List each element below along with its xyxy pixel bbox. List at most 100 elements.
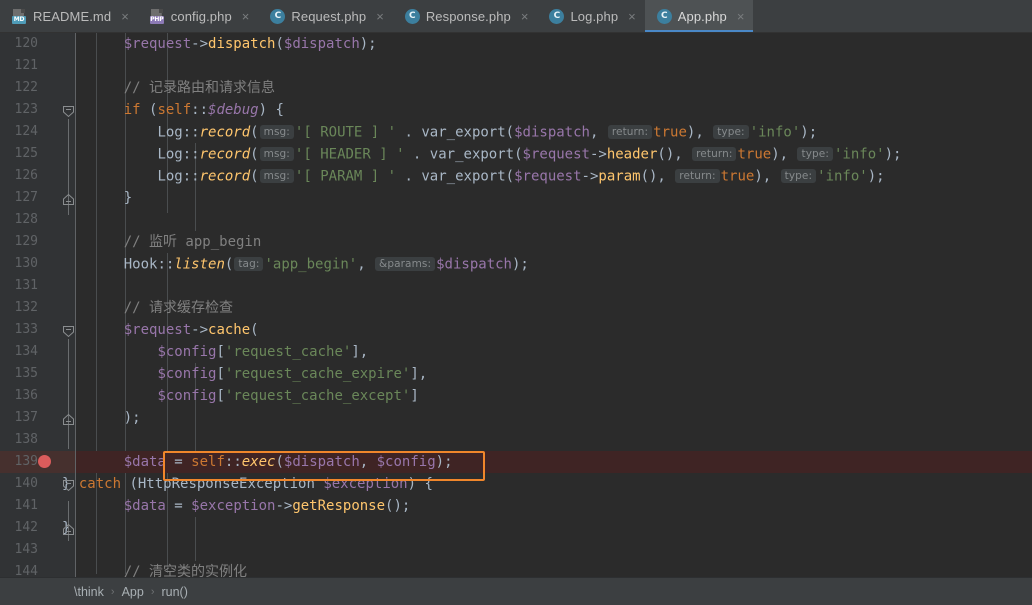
code-text: }: [90, 190, 133, 206]
code-line-row[interactable]: 141 $data = $exception->getResponse();: [0, 495, 1032, 517]
gutter-divider: [75, 33, 76, 577]
line-number: 140: [14, 476, 38, 491]
code-lines: 120 $request->dispatch($dispatch); 121 1…: [0, 33, 1032, 577]
code-line-row[interactable]: 130 Hook::listen(tag:'app_begin', &param…: [0, 253, 1032, 275]
code-text: $data = $exception->getResponse();: [123, 498, 411, 514]
code-text: $config['request_cache'],: [157, 344, 369, 360]
editor-tab-bar: MD README.md × PHP config.php × C Reques…: [0, 0, 1032, 33]
tab-close-icon[interactable]: ×: [119, 10, 131, 23]
line-number: 135: [14, 366, 38, 381]
breadcrumb: \think › App › run(): [0, 577, 1032, 605]
line-number: 123: [14, 102, 38, 117]
inlay-hint: type:: [713, 125, 749, 139]
code-text: $data = self::exec($dispatch, $config);: [123, 454, 453, 470]
line-number: 130: [14, 256, 38, 271]
tab-app-php[interactable]: C App.php ×: [644, 0, 754, 32]
code-text: if (self::$debug) {: [123, 102, 284, 118]
inlay-hint: msg:: [259, 147, 294, 161]
code-text: Log::record(msg: '[ HEADER ] ' . var_expo…: [157, 146, 902, 163]
line-number: 128: [14, 212, 38, 227]
inlay-hint: return:: [675, 169, 720, 183]
line-number: 126: [14, 168, 38, 183]
tab-label: Response.php: [425, 8, 511, 24]
tab-label: Log.php: [570, 8, 619, 24]
tab-label: README.md: [33, 8, 112, 24]
code-line-row[interactable]: 135 $config['request_cache_expire'],: [0, 363, 1032, 385]
code-line-row[interactable]: 134 $config['request_cache'],: [0, 341, 1032, 363]
tab-close-icon[interactable]: ×: [735, 10, 747, 23]
inlay-hint: type:: [797, 147, 833, 161]
line-number: 132: [14, 300, 38, 315]
code-text: $config['request_cache_except']: [157, 388, 419, 404]
fold-expand-icon[interactable]: [62, 193, 75, 206]
code-line-row[interactable]: 142 }: [0, 517, 1032, 539]
fold-expand-icon[interactable]: [62, 413, 75, 426]
line-number: 129: [14, 234, 38, 249]
fold-collapse-icon[interactable]: [62, 479, 75, 492]
tab-request-php[interactable]: C Request.php ×: [258, 0, 393, 32]
code-editor[interactable]: 120 $request->dispatch($dispatch); 121 1…: [0, 33, 1032, 577]
line-number: 136: [14, 388, 38, 403]
code-line-row[interactable]: 125 Log::record(msg: '[ HEADER ] ' . var_…: [0, 143, 1032, 165]
breakpoint-icon[interactable]: [38, 455, 51, 468]
code-line-row[interactable]: 129 // 监听 app_begin: [0, 231, 1032, 253]
php-class-icon: C: [404, 8, 420, 24]
inlay-hint: tag:: [234, 257, 264, 271]
code-line-row[interactable]: 143: [0, 539, 1032, 561]
markdown-file-icon: MD: [12, 8, 27, 24]
chevron-right-icon: ›: [110, 585, 115, 598]
line-number: 131: [14, 278, 38, 293]
code-line-row[interactable]: 124 Log::record(msg: '[ ROUTE ] ' . var_e…: [0, 121, 1032, 143]
code-line-row[interactable]: 140 } catch (HttpResponseException $exce…: [0, 473, 1032, 495]
tab-config-php[interactable]: PHP config.php ×: [137, 0, 259, 32]
code-line-row[interactable]: 138: [0, 429, 1032, 451]
code-line-row[interactable]: 131: [0, 275, 1032, 297]
code-line-row[interactable]: 123 if (self::$debug) {: [0, 99, 1032, 121]
line-number: 124: [14, 124, 38, 139]
fold-collapse-icon[interactable]: [62, 105, 75, 118]
code-text: // 清空类的实例化: [90, 564, 248, 577]
code-line-row[interactable]: 133 $request->cache(: [0, 319, 1032, 341]
tab-close-icon[interactable]: ×: [374, 10, 386, 23]
line-number: 144: [14, 564, 38, 577]
code-line-row[interactable]: 126 Log::record(msg: '[ PARAM ] ' . var_e…: [0, 165, 1032, 187]
line-number: 120: [14, 36, 38, 51]
line-number: 141: [14, 498, 38, 513]
code-line-row-highlighted[interactable]: 139 $data = self::exec($dispatch, $confi…: [0, 451, 1032, 473]
code-line-row[interactable]: 128: [0, 209, 1032, 231]
tab-close-icon[interactable]: ×: [626, 10, 638, 23]
code-text: } catch (HttpResponseException $exceptio…: [62, 476, 433, 492]
code-text: // 请求缓存检查: [90, 300, 234, 316]
fold-expand-icon[interactable]: [62, 523, 75, 536]
fold-region-line: [68, 339, 69, 449]
code-line-row[interactable]: 136 $config['request_cache_except']: [0, 385, 1032, 407]
tab-response-php[interactable]: C Response.php ×: [392, 0, 538, 32]
breadcrumb-item-namespace[interactable]: \think: [74, 585, 104, 599]
code-line-row[interactable]: 144 // 清空类的实例化: [0, 561, 1032, 577]
line-number: 134: [14, 344, 38, 359]
code-line-row[interactable]: 122 // 记录路由和请求信息: [0, 77, 1032, 99]
code-line-row[interactable]: 127 }: [0, 187, 1032, 209]
code-text: Log::record(msg: '[ ROUTE ] ' . var_expor…: [157, 124, 818, 141]
line-number: 121: [14, 58, 38, 73]
code-line-row[interactable]: 137 );: [0, 407, 1032, 429]
breadcrumb-item-method[interactable]: run(): [161, 585, 187, 599]
inlay-hint: &params:: [375, 257, 436, 271]
line-number: 127: [14, 190, 38, 205]
php-file-icon: PHP: [149, 8, 165, 24]
breadcrumb-item-class[interactable]: App: [122, 585, 144, 599]
fold-collapse-icon[interactable]: [62, 325, 75, 338]
code-line-row[interactable]: 132 // 请求缓存检查: [0, 297, 1032, 319]
tab-close-icon[interactable]: ×: [519, 10, 531, 23]
code-text: $request->dispatch($dispatch);: [123, 36, 377, 52]
tab-label: config.php: [170, 8, 232, 24]
php-class-icon: C: [656, 8, 672, 24]
code-text: Log::record(msg: '[ PARAM ] ' . var_expor…: [157, 168, 885, 185]
tab-readme-md[interactable]: MD README.md ×: [0, 0, 138, 32]
code-line-row[interactable]: 121: [0, 55, 1032, 77]
code-text: // 记录路由和请求信息: [90, 80, 276, 96]
tab-close-icon[interactable]: ×: [240, 10, 252, 23]
tab-log-php[interactable]: C Log.php ×: [537, 0, 645, 32]
code-line-row[interactable]: 120 $request->dispatch($dispatch);: [0, 33, 1032, 55]
inlay-hint: type:: [780, 169, 817, 183]
